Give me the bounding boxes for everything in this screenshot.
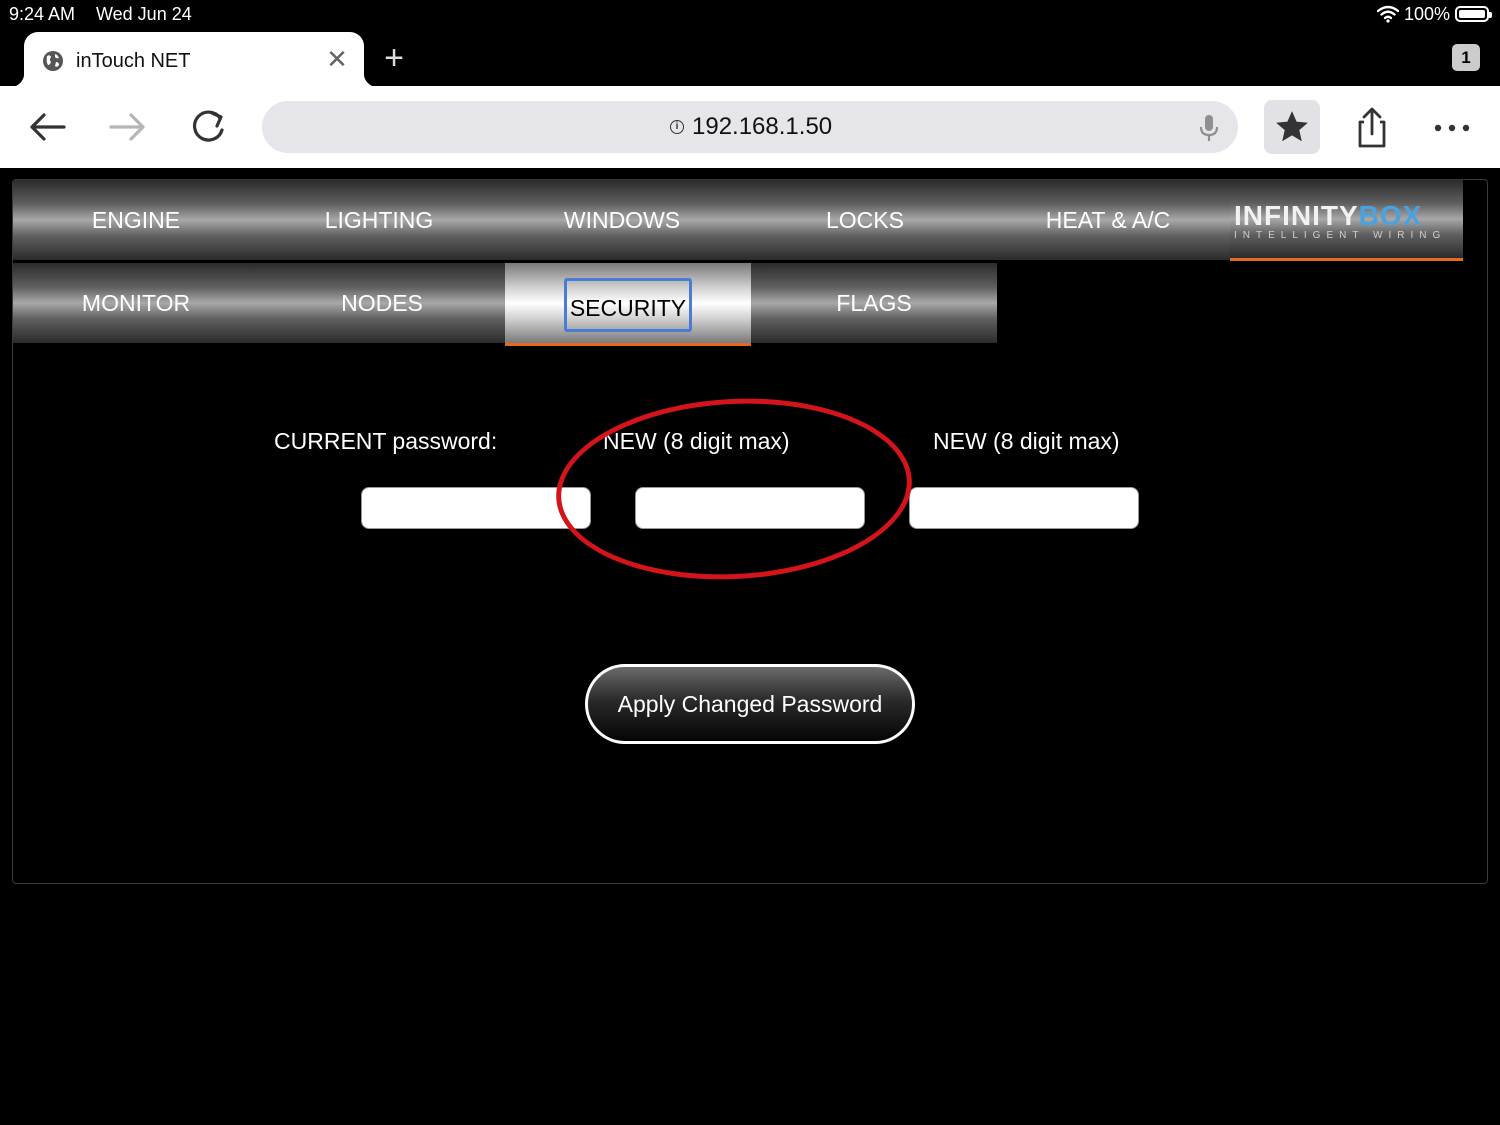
browser-tab[interactable]: inTouch NET ✕ — [10, 32, 378, 87]
menu-flags[interactable]: FLAGS — [751, 263, 997, 343]
menu-nodes[interactable]: NODES — [259, 263, 505, 343]
tab-title: inTouch NET — [76, 50, 191, 72]
menu-locks[interactable]: LOCKS — [742, 180, 988, 260]
battery-icon — [1455, 6, 1492, 22]
menu-security-label: SECURITY — [563, 277, 693, 332]
address-bar[interactable]: i 192.168.1.50 — [262, 101, 1238, 153]
reload-icon[interactable] — [184, 104, 232, 150]
battery-percent: 100% — [1404, 4, 1451, 24]
status-time: 9:24 AM — [9, 4, 76, 24]
tab-strip: inTouch NET ✕ + 1 — [0, 30, 1500, 87]
back-arrow-icon[interactable] — [24, 104, 72, 150]
info-icon[interactable]: i — [670, 120, 684, 134]
share-icon[interactable] — [1348, 104, 1396, 150]
status-bar: 9:24 AM Wed Jun 24 100% — [0, 0, 1500, 30]
logo-tagline: INTELLIGENT WIRING — [1234, 230, 1447, 241]
confirm-password-input[interactable] — [909, 487, 1139, 529]
bookmark-button[interactable] — [1264, 100, 1320, 154]
menu-windows[interactable]: WINDOWS — [499, 180, 745, 260]
current-password-label: CURRENT password: — [274, 428, 498, 454]
forward-arrow-icon[interactable] — [103, 104, 151, 150]
red-annotation-circle — [551, 389, 917, 589]
status-date: Wed Jun 24 — [96, 4, 192, 24]
infinitybox-logo: INFINITYBOX INTELLIGENT WIRING — [1230, 180, 1463, 261]
app-panel: ENGINE LIGHTING WINDOWS LOCKS HEAT & A/C… — [12, 179, 1488, 884]
url-text: 192.168.1.50 — [692, 113, 833, 140]
star-icon — [1276, 111, 1308, 142]
globe-icon — [43, 51, 63, 71]
menu-heat-ac[interactable]: HEAT & A/C — [985, 180, 1231, 260]
more-icon[interactable] — [1428, 104, 1476, 150]
microphone-icon[interactable] — [1198, 113, 1220, 143]
close-tab-icon[interactable]: ✕ — [324, 44, 350, 74]
confirm-password-label: NEW (8 digit max) — [933, 428, 1120, 454]
menu-engine[interactable]: ENGINE — [13, 180, 259, 260]
browser-toolbar: i 192.168.1.50 — [0, 86, 1500, 168]
menu-lighting[interactable]: LIGHTING — [256, 180, 502, 260]
apply-changed-password-button[interactable]: Apply Changed Password — [585, 664, 915, 744]
wifi-icon — [1377, 5, 1399, 23]
logo-brand: INFINITYBOX — [1234, 200, 1423, 231]
new-tab-icon[interactable]: + — [378, 40, 410, 76]
menu-security[interactable]: SECURITY — [505, 263, 751, 346]
tab-count-button[interactable]: 1 — [1452, 44, 1480, 71]
menu-monitor[interactable]: MONITOR — [13, 263, 259, 343]
